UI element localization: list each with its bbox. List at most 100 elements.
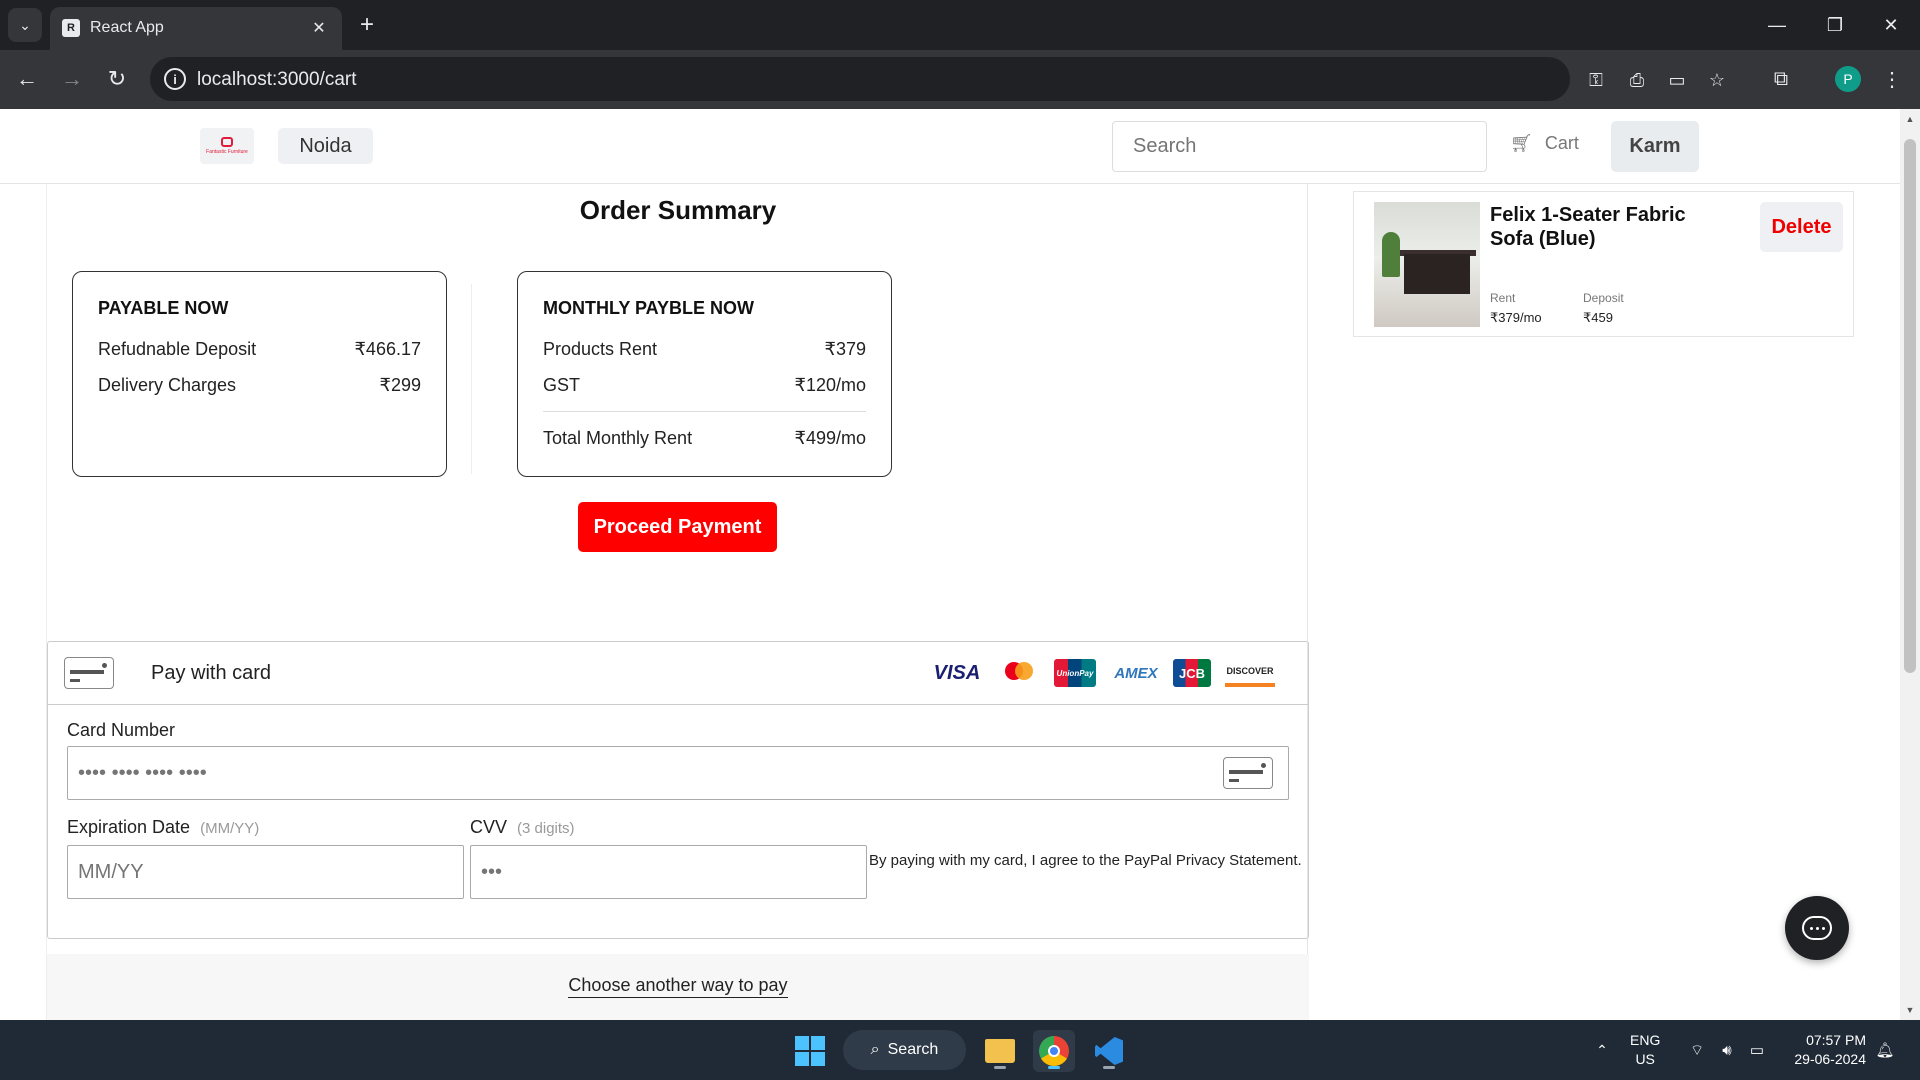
clock-date: 29-06-2024: [1794, 1051, 1866, 1067]
windows-start-icon[interactable]: [795, 1036, 825, 1066]
row-label: Delivery Charges: [98, 374, 237, 395]
delete-item-button[interactable]: Delete: [1760, 202, 1843, 252]
file-explorer-app[interactable]: [979, 1030, 1021, 1072]
scroll-down-arrow-icon[interactable]: ▼: [1900, 1002, 1920, 1018]
row-value: ₹379: [824, 338, 866, 359]
clock-time: 07:57 PM: [1806, 1032, 1866, 1048]
row-value: ₹120/mo: [794, 374, 867, 395]
minimize-icon[interactable]: —: [1748, 0, 1806, 50]
new-tab-plus-icon[interactable]: +: [352, 10, 382, 40]
chat-bubble-icon: [1802, 916, 1832, 940]
cart-label: Cart: [1544, 133, 1579, 153]
cart-item-card: Felix 1-Seater Fabric Sofa (Blue) Delete…: [1353, 191, 1854, 337]
paypal-agreement-text: By paying with my card, I agree to the P…: [869, 852, 1302, 869]
card-number-input[interactable]: [67, 746, 1289, 800]
tab-close-icon[interactable]: ✕: [306, 15, 332, 41]
expiry-label-text: Expiration Date: [67, 817, 191, 837]
cart-link[interactable]: 🛒︎ Cart: [1510, 133, 1579, 154]
row-label: Products Rent: [543, 338, 658, 359]
vscode-icon: [1095, 1037, 1123, 1065]
product-image-desk: [1404, 254, 1470, 294]
row-value: ₹466.17: [354, 338, 421, 359]
bookmark-star-icon[interactable]: ☆: [1704, 67, 1730, 93]
total-divider: [543, 411, 866, 412]
browser-tab[interactable]: R React App ✕: [50, 7, 342, 50]
folder-icon: [985, 1039, 1015, 1063]
tab-title: React App: [90, 19, 164, 36]
app-running-indicator: [994, 1066, 1006, 1069]
total-label: Total Monthly Rent: [543, 427, 693, 448]
site-info-icon[interactable]: i: [164, 68, 186, 90]
scrollbar-thumb[interactable]: [1904, 139, 1916, 673]
show-hidden-icons-chevron-icon[interactable]: ⌃: [1590, 1020, 1614, 1080]
amex-logo: AMEX: [1114, 664, 1158, 682]
card-divider: [471, 284, 472, 474]
chat-support-button[interactable]: [1785, 896, 1849, 960]
install-app-icon[interactable]: ⎙: [1624, 67, 1650, 93]
product-image[interactable]: [1374, 202, 1480, 327]
choose-another-way-link[interactable]: Choose another way to pay: [568, 975, 788, 998]
logo-text: Fantastic Furniture: [206, 149, 248, 155]
expiration-date-label: Expiration Date (MM/YY): [67, 817, 259, 838]
mastercard-circles-icon: [1005, 662, 1033, 680]
forward-arrow-icon[interactable]: →: [55, 62, 89, 96]
jcb-logo: JCB: [1173, 659, 1211, 687]
kebab-menu-icon[interactable]: ⋮: [1877, 64, 1907, 94]
summary-row: GST ₹120/mo: [543, 367, 866, 403]
card-number-card-icon: [1223, 757, 1273, 789]
address-bar[interactable]: i localhost:3000/cart ⚿ ⎙ ▭ ☆: [150, 57, 1725, 101]
cvv-input[interactable]: [470, 845, 867, 899]
deposit-label: Deposit: [1583, 291, 1624, 305]
monthly-heading: MONTHLY PAYBLE NOW: [543, 298, 755, 318]
wifi-icon[interactable]: ⌔: [1685, 1020, 1709, 1080]
reload-icon[interactable]: ↻: [100, 62, 134, 96]
pay-with-card-header[interactable]: Pay with card VISA UnionPay AMEX JCB DIS…: [48, 642, 1308, 705]
row-value: ₹299: [379, 374, 421, 395]
language-indicator[interactable]: ENG US: [1630, 1031, 1660, 1069]
password-key-icon[interactable]: ⚿: [1583, 67, 1609, 93]
cvv-label-text: CVV: [470, 817, 508, 837]
proceed-payment-button[interactable]: Proceed Payment: [578, 502, 777, 552]
volume-icon[interactable]: 🔊︎: [1715, 1020, 1739, 1080]
tab-search-chevron-icon[interactable]: ⌄: [8, 8, 42, 42]
site-navbar: Fantastic Furniture Noida 🛒︎ Cart Karm: [0, 109, 1900, 184]
back-arrow-icon[interactable]: ←: [10, 62, 44, 96]
scroll-up-arrow-icon[interactable]: ▲: [1900, 111, 1920, 127]
battery-icon[interactable]: ▭: [1745, 1020, 1769, 1080]
checkout-content: Order Summary PAYABLE NOW Refudnable Dep…: [46, 184, 1309, 1020]
lang-code: ENG: [1630, 1032, 1661, 1048]
payment-card-icon[interactable]: ▭: [1664, 67, 1690, 93]
window-close-icon[interactable]: ✕: [1862, 0, 1920, 50]
site-logo[interactable]: Fantastic Furniture: [200, 128, 254, 164]
discover-logo: DISCOVER: [1225, 659, 1275, 687]
app-running-indicator: [1103, 1066, 1115, 1069]
expiry-hint: (MM/YY): [200, 820, 260, 837]
chrome-icon: [1039, 1036, 1069, 1066]
card-payment-panel: Pay with card VISA UnionPay AMEX JCB DIS…: [47, 641, 1309, 939]
expiration-date-input[interactable]: [67, 845, 464, 899]
total-row: Total Monthly Rent ₹499/mo: [543, 420, 866, 456]
react-favicon-icon: R: [62, 19, 80, 37]
another-way-link-wrap: Choose another way to pay: [47, 975, 1309, 998]
notification-bell-icon[interactable]: 🔔︎: [1873, 1020, 1897, 1080]
search-input[interactable]: [1112, 121, 1487, 172]
chrome-app[interactable]: [1033, 1030, 1075, 1072]
windows-taskbar: ⌕ Search ⌃ ENG US ⌔ 🔊︎ ▭ 07:57 PM 29-06-…: [0, 1020, 1920, 1080]
extensions-puzzle-icon[interactable]: ⧉: [1766, 64, 1796, 94]
user-menu-button[interactable]: Karm: [1611, 121, 1699, 172]
another-way-section: Choose another way to pay: [47, 954, 1309, 1020]
url-text[interactable]: localhost:3000/cart: [197, 69, 357, 91]
page-scrollbar[interactable]: ▲ ▼: [1900, 109, 1920, 1020]
row-label: Refudnable Deposit: [98, 338, 257, 359]
taskbar-clock[interactable]: 07:57 PM 29-06-2024: [1780, 1031, 1866, 1069]
city-selector-button[interactable]: Noida: [278, 128, 373, 164]
rent-label: Rent: [1490, 291, 1516, 305]
taskbar-search-button[interactable]: ⌕ Search: [843, 1030, 966, 1070]
restore-icon[interactable]: ❐: [1806, 0, 1864, 50]
card-number-label: Card Number: [67, 720, 176, 740]
product-image-plant: [1382, 232, 1400, 277]
profile-avatar[interactable]: P: [1835, 66, 1861, 92]
vscode-app[interactable]: [1088, 1030, 1130, 1072]
page-viewport: Fantastic Furniture Noida 🛒︎ Cart Karm O…: [0, 109, 1920, 1020]
product-name: Felix 1-Seater Fabric Sofa (Blue): [1490, 204, 1686, 250]
